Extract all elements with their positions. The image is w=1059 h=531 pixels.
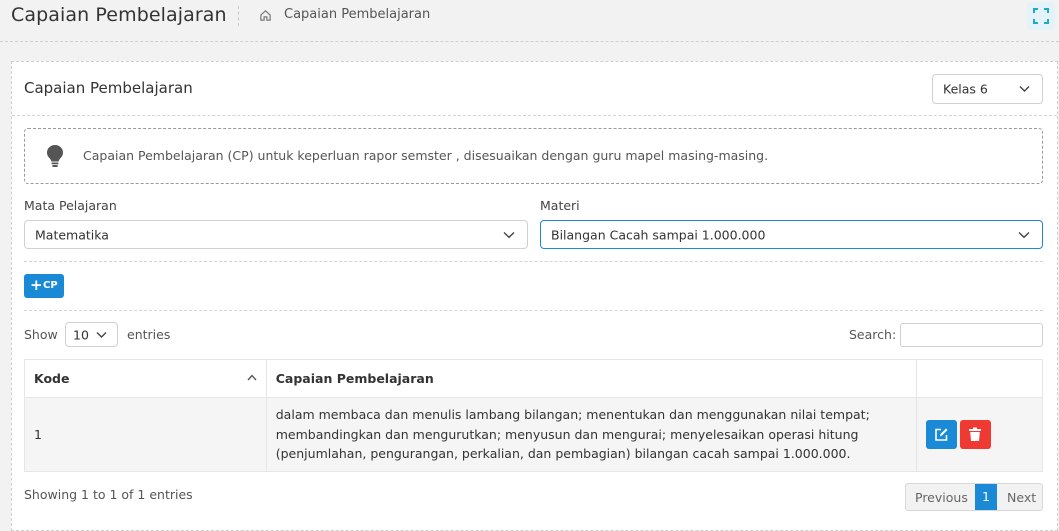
mapel-label: Mata Pelajaran: [24, 198, 117, 213]
materi-select-value: Bilangan Cacah sampai 1.000.000: [551, 227, 766, 242]
next-page-button[interactable]: Next: [1007, 490, 1036, 505]
kelas-select-value: Kelas 6: [943, 81, 988, 97]
cell-kode: 1: [24, 397, 267, 472]
entries-length-select[interactable]: 10: [65, 322, 118, 347]
materi-label: Materi: [540, 198, 580, 213]
table-header-row: Kode Capaian Pembelajaran: [24, 359, 1043, 398]
column-header-label: Kode: [34, 371, 70, 386]
capaian-card: Capaian Pembelajaran Kelas 6 Capaian Pem…: [11, 61, 1058, 531]
fullscreen-icon: [1033, 8, 1049, 24]
edit-icon: [935, 428, 948, 441]
column-header-actions: [916, 359, 1043, 398]
lightbulb-icon: [47, 145, 63, 167]
table-row: 1 dalam membaca dan menulis lambang bila…: [24, 397, 1043, 472]
trash-icon: [969, 427, 982, 441]
chevron-down-icon: [1018, 231, 1030, 238]
materi-select[interactable]: Bilangan Cacah sampai 1.000.000: [540, 220, 1043, 249]
column-header-label: Capaian Pembelajaran: [275, 371, 434, 386]
entries-length-value: 10: [73, 327, 89, 342]
card-title: Capaian Pembelajaran: [24, 79, 193, 97]
add-cp-button[interactable]: + CP: [24, 274, 64, 298]
fullscreen-button[interactable]: [1027, 2, 1055, 30]
sort-asc-icon: [247, 374, 257, 381]
search-label: Search:: [849, 327, 897, 342]
edit-button[interactable]: [926, 419, 958, 449]
home-icon[interactable]: [259, 9, 272, 22]
table-info: Showing 1 to 1 of 1 entries: [24, 487, 193, 502]
search-input[interactable]: [900, 323, 1043, 347]
divider: [24, 310, 1043, 311]
delete-button[interactable]: [960, 419, 992, 449]
plus-icon: +: [30, 276, 43, 294]
breadcrumb[interactable]: Capaian Pembelajaran: [284, 7, 430, 22]
cp-table: Kode Capaian Pembelajaran 1 dalam membac…: [24, 359, 1043, 472]
kelas-select[interactable]: Kelas 6: [932, 74, 1043, 104]
chevron-down-icon: [96, 331, 107, 338]
cell-actions: [916, 397, 1043, 472]
page-1-button[interactable]: 1: [975, 484, 997, 510]
pagination: Previous 1 Next: [905, 483, 1043, 511]
title-separator: [238, 6, 239, 26]
add-cp-label: CP: [43, 280, 58, 291]
top-bar: Capaian Pembelajaran Capaian Pembelajara…: [0, 0, 1059, 42]
column-header-capaian[interactable]: Capaian Pembelajaran: [265, 359, 918, 398]
cell-capaian: dalam membaca dan menulis lambang bilang…: [265, 397, 918, 472]
divider: [24, 261, 1043, 262]
show-label: Show: [24, 327, 58, 342]
mapel-select[interactable]: Matematika: [24, 220, 528, 249]
chevron-down-icon: [1019, 86, 1030, 92]
entries-label: entries: [127, 327, 171, 342]
previous-page-button[interactable]: Previous: [915, 490, 968, 505]
card-header: Capaian Pembelajaran Kelas 6: [12, 62, 1057, 116]
column-header-kode[interactable]: Kode: [24, 359, 267, 398]
mapel-select-value: Matematika: [35, 227, 109, 242]
chevron-down-icon: [503, 231, 515, 238]
page-title: Capaian Pembelajaran: [11, 4, 227, 26]
info-alert: Capaian Pembelajaran (CP) untuk keperlua…: [24, 128, 1043, 184]
alert-text: Capaian Pembelajaran (CP) untuk keperlua…: [83, 148, 769, 163]
